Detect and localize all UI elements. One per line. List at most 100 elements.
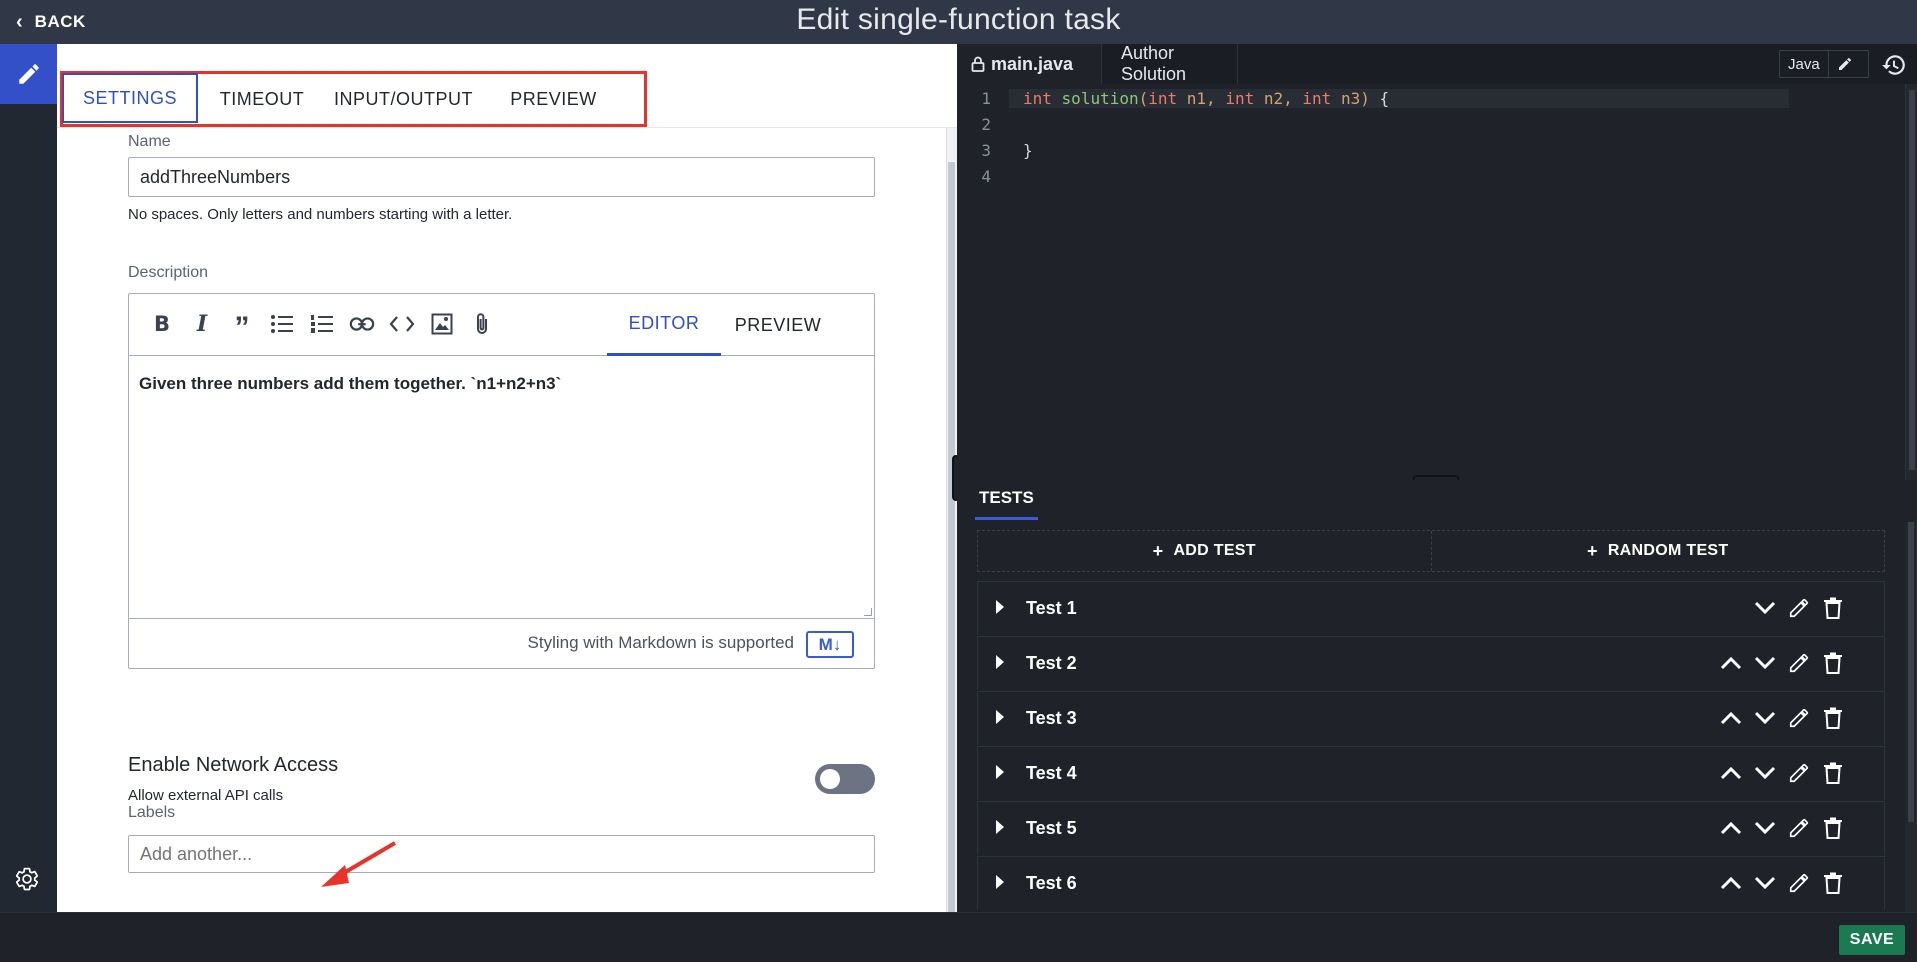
attachment-button[interactable] (469, 311, 495, 337)
move-up-button[interactable] (1716, 705, 1746, 735)
link-button[interactable] (349, 311, 375, 337)
plus-icon: + (1152, 540, 1164, 561)
reset-history-button[interactable] (1881, 52, 1907, 78)
numbered-list-icon (311, 315, 333, 333)
test-row[interactable]: Test 4 (977, 746, 1885, 800)
quote-button[interactable]: ” (229, 311, 255, 343)
delete-test-button[interactable] (1818, 815, 1848, 845)
move-down-button[interactable] (1750, 870, 1780, 900)
code-line-3[interactable]: 3 } (957, 137, 1032, 163)
expand-caret-icon[interactable] (996, 765, 1004, 779)
move-down-button[interactable] (1750, 650, 1780, 680)
code-icon (389, 316, 415, 332)
test-row[interactable]: Test 6 (977, 856, 1885, 910)
tab-settings[interactable]: SETTINGS (62, 73, 198, 123)
history-icon (1882, 55, 1905, 75)
test-row[interactable]: Test 5 (977, 801, 1885, 855)
link-icon (349, 317, 375, 331)
tests-tab[interactable]: TESTS (975, 480, 1038, 520)
move-down-button[interactable] (1750, 595, 1780, 625)
editor-tab[interactable]: EDITOR (607, 294, 721, 356)
chevron-down-icon (1753, 710, 1777, 731)
italic-button[interactable]: I (189, 311, 215, 337)
test-row[interactable]: Test 2 (977, 636, 1885, 690)
plus-icon: + (1587, 540, 1598, 561)
delete-test-button[interactable] (1818, 595, 1848, 625)
author-solution-tab[interactable]: Author Solution (1103, 43, 1237, 84)
code-line-4[interactable]: 4 (957, 163, 1023, 189)
left-rail (0, 44, 57, 912)
tests-scrollbar-thumb[interactable] (1908, 522, 1914, 822)
test-row[interactable]: Test 1 (977, 581, 1885, 635)
expand-caret-icon[interactable] (996, 600, 1004, 614)
chevron-up-icon (1719, 710, 1743, 731)
editor-scrollbar-thumb[interactable] (1909, 90, 1915, 470)
numbered-list-button[interactable] (309, 311, 335, 337)
random-test-label: RANDOM TEST (1607, 542, 1729, 559)
edit-test-button[interactable] (1784, 815, 1814, 845)
code-button[interactable] (389, 311, 415, 337)
editor-scrollbar[interactable] (1905, 84, 1917, 480)
edit-test-button[interactable] (1784, 870, 1814, 900)
edit-test-button[interactable] (1784, 705, 1814, 735)
panel-scrollbar-thumb[interactable] (948, 162, 955, 912)
code-line-1[interactable]: 1 int solution(int n1, int n2, int n3) { (957, 85, 1789, 111)
move-up-button[interactable] (1716, 870, 1746, 900)
preview-tab[interactable]: PREVIEW (721, 294, 835, 356)
tests-scrollbar[interactable] (1905, 522, 1917, 912)
expand-caret-icon[interactable] (996, 875, 1004, 889)
pencil-icon (1788, 872, 1810, 899)
trash-icon (1823, 817, 1843, 844)
edit-test-button[interactable] (1784, 760, 1814, 790)
trash-icon (1823, 652, 1843, 679)
bold-button[interactable]: B (149, 311, 175, 337)
labels-input[interactable] (128, 835, 875, 873)
settings-gear-button[interactable] (12, 864, 42, 894)
save-button[interactable]: SAVE (1839, 925, 1905, 955)
expand-caret-icon[interactable] (996, 710, 1004, 724)
tab-preview[interactable]: PREVIEW (481, 74, 626, 124)
name-label: Name (128, 133, 171, 150)
trash-icon (1823, 597, 1843, 624)
test-actions (1716, 595, 1848, 625)
delete-test-button[interactable] (1818, 705, 1848, 735)
move-up-button[interactable] (1716, 650, 1746, 680)
network-access-title: Enable Network Access (128, 754, 339, 776)
test-row[interactable]: Test 3 (977, 691, 1885, 745)
tab-timeout[interactable]: TIMEOUT (198, 74, 326, 124)
delete-test-button[interactable] (1818, 870, 1848, 900)
image-button[interactable] (429, 311, 455, 337)
tab-input-output[interactable]: INPUT/OUTPUT (326, 74, 481, 124)
expand-caret-icon[interactable] (996, 820, 1004, 834)
edit-mode-button[interactable] (0, 44, 57, 104)
markdown-toolbar: B I ” EDITOR PREVIEW (129, 294, 874, 356)
name-input[interactable]: addThreeNumbers (128, 157, 875, 197)
test-name: Test 3 (1026, 708, 1077, 728)
toggle-knob (820, 769, 840, 789)
bold-icon: B (153, 312, 170, 336)
line-number: 2 (981, 114, 991, 134)
bottom-bar: SAVE (0, 912, 1917, 962)
move-up-button[interactable] (1716, 760, 1746, 790)
edit-test-button[interactable] (1784, 595, 1814, 625)
language-selector[interactable]: Java (1779, 50, 1869, 78)
line-number: 4 (981, 166, 991, 186)
random-test-button[interactable]: + RANDOM TEST (1430, 531, 1885, 571)
file-tab-main-java[interactable]: main.java (957, 44, 1101, 84)
network-access-toggle[interactable] (815, 764, 875, 794)
move-up-button[interactable] (1716, 815, 1746, 845)
description-textarea[interactable]: Given three numbers add them together. `… (139, 374, 561, 394)
code-line-2[interactable]: 2 (957, 111, 1023, 137)
resize-handle[interactable] (864, 608, 872, 616)
add-test-button[interactable]: + ADD TEST (978, 531, 1431, 571)
delete-test-button[interactable] (1818, 760, 1848, 790)
tests-panel: TESTS + ADD TEST + RANDOM TEST Test 1 Tes… (957, 480, 1917, 912)
move-down-button[interactable] (1750, 815, 1780, 845)
editor-tabbar: main.java Author Solution Java (957, 43, 1917, 84)
move-down-button[interactable] (1750, 760, 1780, 790)
move-down-button[interactable] (1750, 705, 1780, 735)
delete-test-button[interactable] (1818, 650, 1848, 680)
expand-caret-icon[interactable] (996, 655, 1004, 669)
edit-test-button[interactable] (1784, 650, 1814, 680)
bullet-list-button[interactable] (269, 311, 295, 337)
